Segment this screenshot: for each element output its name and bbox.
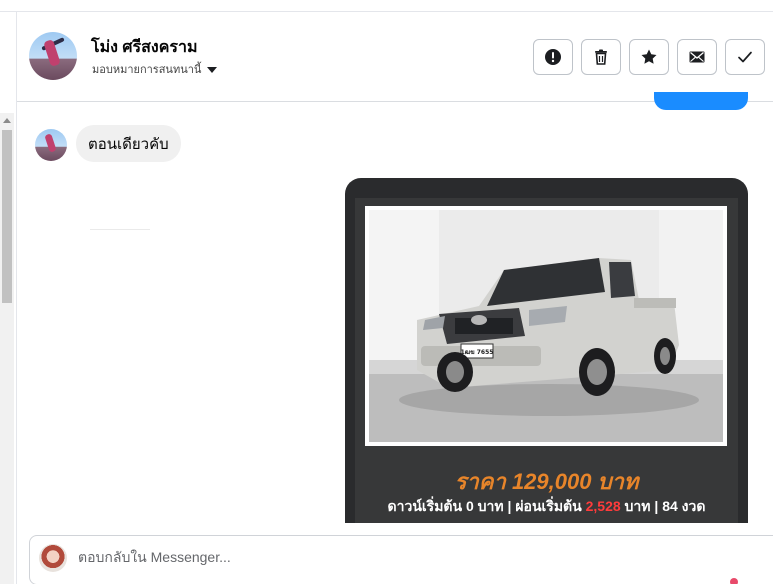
assign-label: มอบหมายการสนทนานี้ <box>92 64 202 76</box>
scrollbar-thumb[interactable] <box>2 130 12 303</box>
divider <box>90 229 150 230</box>
outgoing-message-bubble <box>654 92 748 110</box>
car-ad-image-card[interactable]: 1ฒฆ 7655 ราคา 129,000 บาท ดาวน์เริ่มต้น … <box>345 178 748 523</box>
conversation-header: โม่ง ศรีสงคราม มอบหมายการสนทนานี้ <box>17 12 773 102</box>
reply-input[interactable] <box>78 549 678 565</box>
incoming-message-bubble: ตอนเดียวคับ <box>76 125 181 162</box>
financing-terms: ดาวน์เริ่มต้น 0 บาท | ผ่อนเริ่มต้น 2,528… <box>345 496 748 518</box>
scroll-up-arrow-icon[interactable] <box>3 118 11 123</box>
notification-dot <box>730 578 738 584</box>
mark-unread-button[interactable] <box>677 39 717 75</box>
trash-icon <box>595 49 607 65</box>
contact-avatar[interactable] <box>29 32 77 80</box>
delete-button[interactable] <box>581 39 621 75</box>
check-icon <box>738 51 752 63</box>
report-button[interactable] <box>533 39 573 75</box>
assign-conversation-dropdown[interactable]: มอบหมายการสนทนานี้ <box>92 60 218 78</box>
envelope-icon <box>689 51 705 63</box>
star-icon <box>641 49 657 64</box>
sender-avatar <box>35 129 67 161</box>
price-text: ราคา 129,000 บาท <box>454 469 639 494</box>
exclamation-icon <box>545 49 561 65</box>
mark-done-button[interactable] <box>725 39 765 75</box>
header-actions <box>533 39 765 75</box>
pickup-truck-illustration: 1ฒฆ 7655 <box>369 210 723 442</box>
reply-bar <box>29 535 773 584</box>
terms-prefix: ดาวน์เริ่มต้น 0 บาท | ผ่อนเริ่มต้น <box>387 498 586 514</box>
contact-name[interactable]: โม่ง ศรีสงคราม <box>91 35 198 60</box>
terms-suffix: บาท | 84 งวด <box>620 498 706 514</box>
car-photo: 1ฒฆ 7655 <box>365 206 727 446</box>
inbox-conversation-view: โม่ง ศรีสงคราม มอบหมายการสนทนานี้ ตอนเดี… <box>0 0 773 584</box>
page-avatar <box>39 544 67 572</box>
star-button[interactable] <box>629 39 669 75</box>
caret-down-icon <box>207 66 218 73</box>
installment-amount: 2,528 <box>585 498 621 514</box>
license-plate: 1ฒฆ 7655 <box>461 349 494 356</box>
